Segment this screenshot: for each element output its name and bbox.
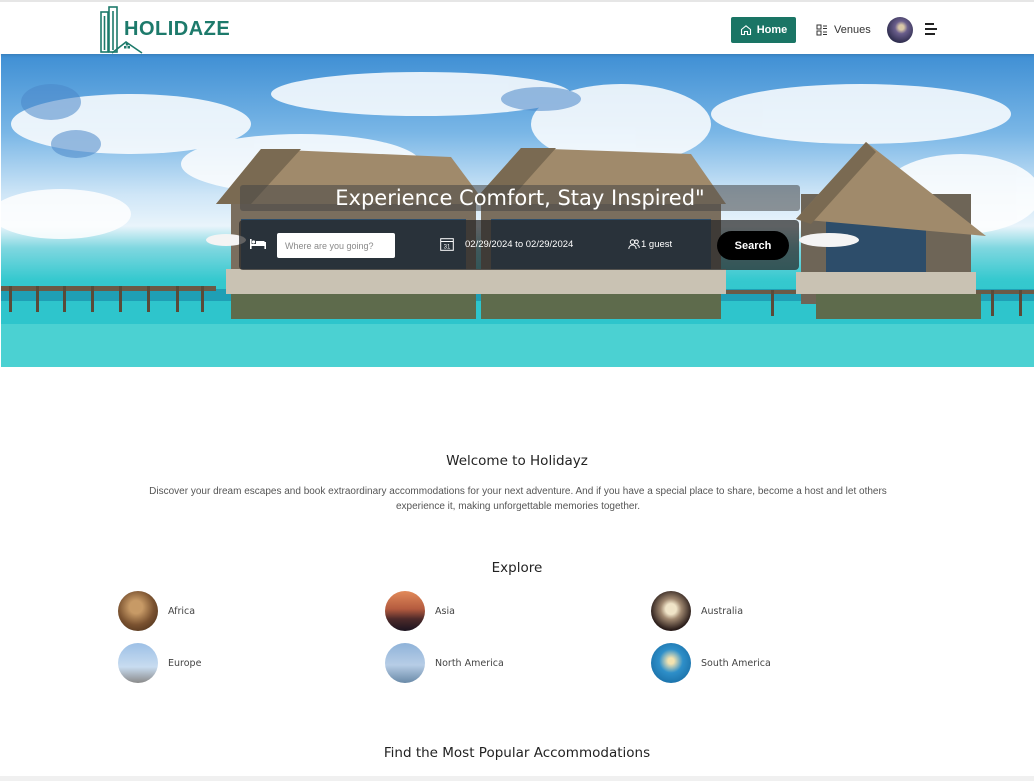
search-bar: 31 02/29/2024 to 02/29/2024 1 guest Sear… <box>239 220 799 270</box>
region-europe[interactable]: Europe <box>118 643 201 683</box>
hamburger-menu-icon[interactable] <box>925 23 937 35</box>
hero-title: Experience Comfort, Stay Inspired" <box>240 185 800 211</box>
region-africa[interactable]: Africa <box>118 591 195 631</box>
site-header: HOLIDAZE Home Venues <box>0 0 1034 54</box>
section-divider <box>0 776 1034 781</box>
date-range-field[interactable]: 02/29/2024 to 02/29/2024 <box>465 239 573 250</box>
hero-banner: Experience Comfort, Stay Inspired" 31 02… <box>1 54 1034 367</box>
nav-venues-label: Venues <box>834 24 871 36</box>
australia-thumbnail <box>651 591 691 631</box>
europe-thumbnail <box>118 643 158 683</box>
region-label: Europe <box>168 657 202 669</box>
region-south-america[interactable]: South America <box>651 643 771 683</box>
home-icon <box>740 25 751 36</box>
africa-thumbnail <box>118 591 158 631</box>
list-icon <box>816 24 827 36</box>
logo-text: HOLIDAZE <box>124 18 231 40</box>
region-label: Africa <box>168 605 196 617</box>
search-button[interactable]: Search <box>717 231 789 260</box>
region-label: Asia <box>435 605 455 617</box>
region-label: North America <box>435 657 504 669</box>
guests-field[interactable]: 1 guest <box>641 239 672 250</box>
region-label: South America <box>701 657 771 669</box>
region-asia[interactable]: Asia <box>385 591 455 631</box>
user-avatar[interactable] <box>887 17 913 43</box>
popular-accommodations-heading: Find the Most Popular Accommodations <box>383 745 651 761</box>
nav-home-button[interactable]: Home <box>731 17 796 43</box>
region-north-america[interactable]: North America <box>385 643 504 683</box>
asia-thumbnail <box>385 591 425 631</box>
site-logo[interactable]: HOLIDAZE <box>98 4 230 54</box>
destination-input[interactable] <box>277 233 395 258</box>
north-america-thumbnail <box>385 643 425 683</box>
region-label: Australia <box>701 605 744 617</box>
calendar-icon[interactable]: 31 <box>440 237 454 251</box>
region-australia[interactable]: Australia <box>651 591 743 631</box>
explore-heading: Explore <box>491 560 543 576</box>
south-america-thumbnail <box>651 643 691 683</box>
welcome-description: Discover your dream escapes and book ext… <box>149 486 887 512</box>
nav-home-label: Home <box>756 24 788 36</box>
nav-venues-link[interactable]: Venues <box>816 17 871 43</box>
calendar-day-number: 31 <box>444 245 451 251</box>
guests-icon <box>628 239 640 250</box>
bed-icon <box>250 239 266 249</box>
welcome-heading: Welcome to Holidayz <box>446 453 588 469</box>
